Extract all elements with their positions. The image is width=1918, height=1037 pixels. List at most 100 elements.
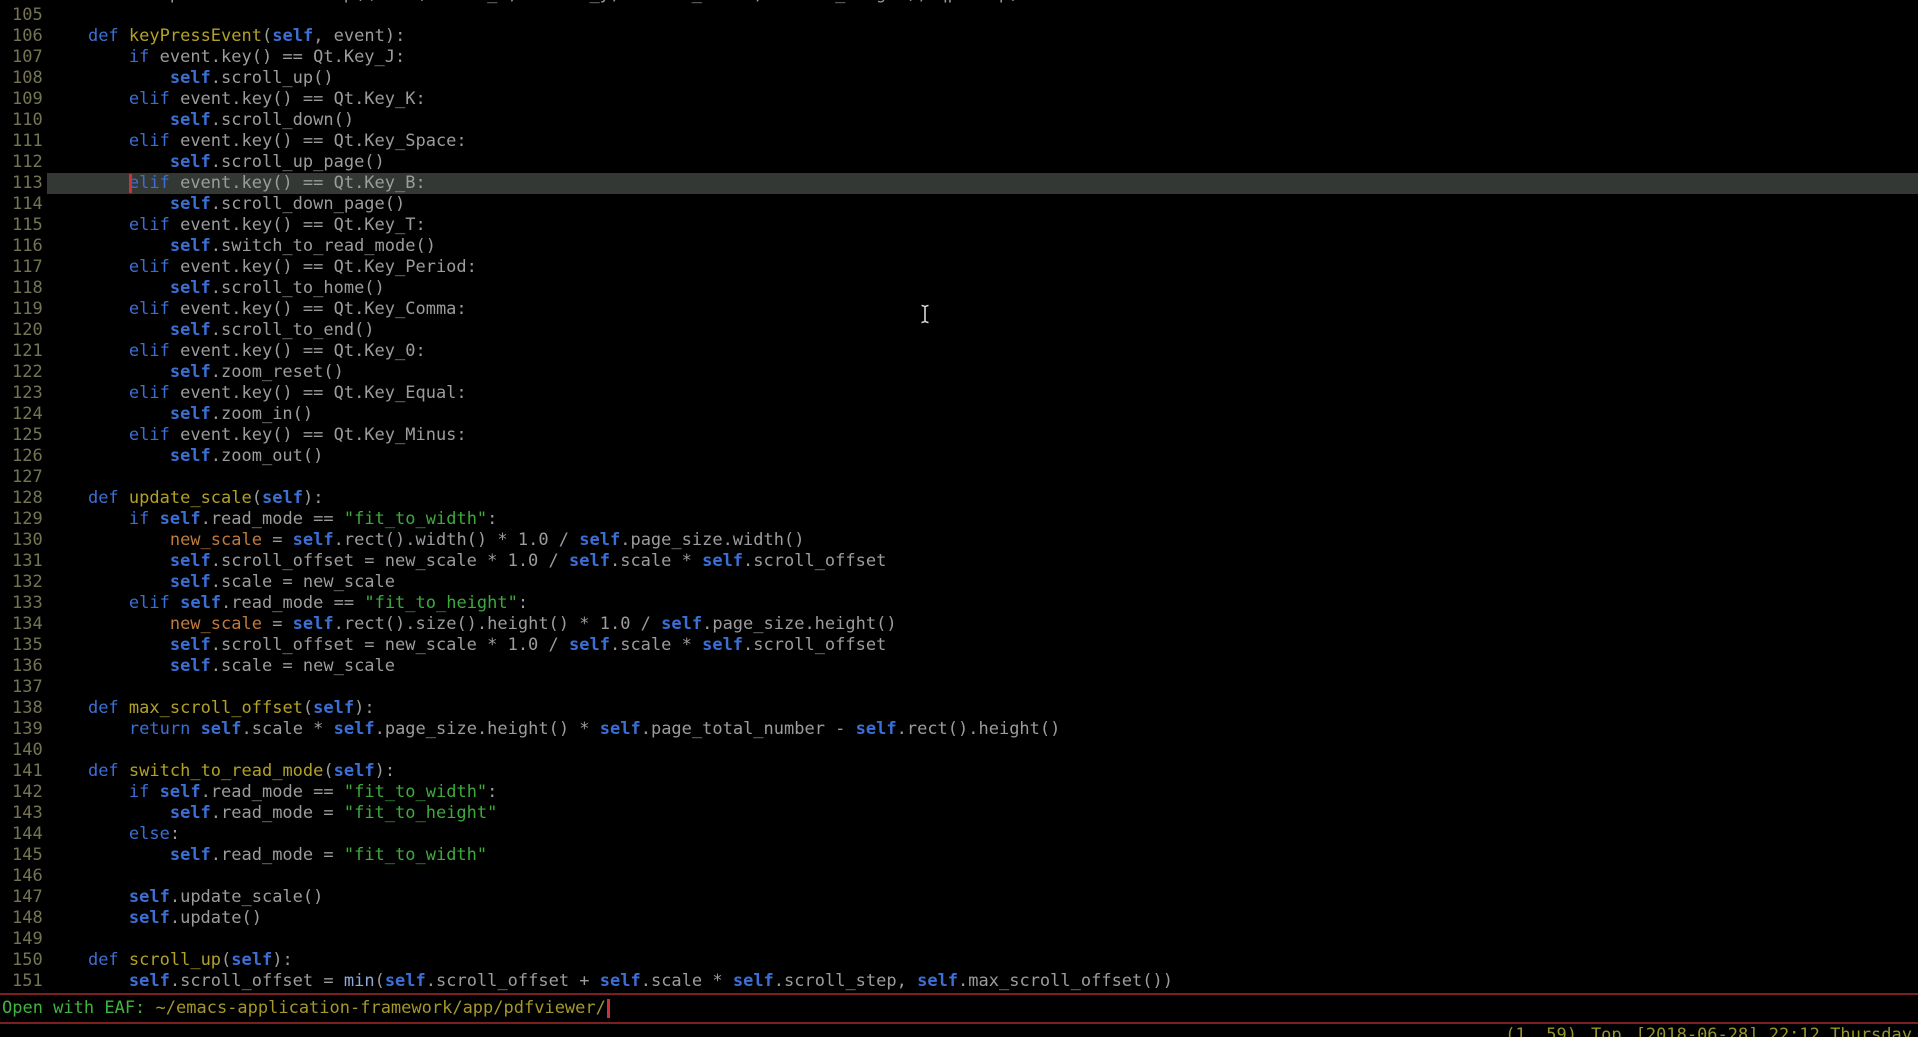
code-line-133[interactable]: 133 elif self.read_mode == "fit_to_heigh… (0, 593, 1918, 614)
text-cursor (129, 174, 132, 193)
code-line-105[interactable]: 105 (0, 5, 1918, 26)
code-text: elif event.key() == Qt.Key_Period: (47, 257, 1918, 278)
code-line-132[interactable]: 132 self.scale = new_scale (0, 572, 1918, 593)
code-line-137[interactable]: 137 (0, 677, 1918, 698)
minibuffer[interactable]: Open with EAF: ~/emacs-application-frame… (0, 995, 1918, 1022)
code-line-149[interactable]: 149 (0, 929, 1918, 950)
code-line-117[interactable]: 117 elif event.key() == Qt.Key_Period: (0, 257, 1918, 278)
code-line-110[interactable]: 110 self.scroll_down() (0, 110, 1918, 131)
line-number: 133 (0, 593, 47, 614)
code-text: self.zoom_in() (47, 404, 1918, 425)
code-line-114[interactable]: 114 self.scroll_down_page() (0, 194, 1918, 215)
line-number: 112 (0, 152, 47, 173)
emacs-frame: 104 painter.drawPixmap(QRect(render_x, r… (0, 0, 1918, 1037)
code-text: self.scale = new_scale (47, 656, 1918, 677)
code-line-108[interactable]: 108 self.scroll_up() (0, 68, 1918, 89)
echo-area-separator (0, 1022, 1918, 1024)
code-line-151[interactable]: 151 self.scroll_offset = min(self.scroll… (0, 971, 1918, 992)
line-number: 123 (0, 383, 47, 404)
code-text: self.scroll_down() (47, 110, 1918, 131)
code-text: def max_scroll_offset(self): (47, 698, 1918, 719)
line-number: 122 (0, 362, 47, 383)
code-line-140[interactable]: 140 (0, 740, 1918, 761)
line-number: 146 (0, 866, 47, 887)
code-line-134[interactable]: 134 new_scale = self.rect().size().heigh… (0, 614, 1918, 635)
code-line-138[interactable]: 138 def max_scroll_offset(self): (0, 698, 1918, 719)
line-number: 135 (0, 635, 47, 656)
code-line-111[interactable]: 111 elif event.key() == Qt.Key_Space: (0, 131, 1918, 152)
code-line-144[interactable]: 144 else: (0, 824, 1918, 845)
code-line-120[interactable]: 120 self.scroll_to_end() (0, 320, 1918, 341)
code-line-106[interactable]: 106 def keyPressEvent(self, event): (0, 26, 1918, 47)
minibuffer-prompt: Open with EAF: (2, 998, 156, 1019)
line-number: 107 (0, 47, 47, 68)
code-line-116[interactable]: 116 self.switch_to_read_mode() (0, 236, 1918, 257)
code-line-125[interactable]: 125 elif event.key() == Qt.Key_Minus: (0, 425, 1918, 446)
code-line-146[interactable]: 146 (0, 866, 1918, 887)
line-number: 150 (0, 950, 47, 971)
code-line-128[interactable]: 128 def update_scale(self): (0, 488, 1918, 509)
code-text: else: (47, 824, 1918, 845)
code-line-124[interactable]: 124 self.zoom_in() (0, 404, 1918, 425)
code-text: self.scroll_offset = new_scale * 1.0 / s… (47, 551, 1918, 572)
code-line-121[interactable]: 121 elif event.key() == Qt.Key_0: (0, 341, 1918, 362)
code-line-139[interactable]: 139 return self.scale * self.page_size.h… (0, 719, 1918, 740)
code-line-113[interactable]: 113 elif event.key() == Qt.Key_B: (0, 173, 1918, 194)
code-line-142[interactable]: 142 if self.read_mode == "fit_to_width": (0, 782, 1918, 803)
line-number: 114 (0, 194, 47, 215)
line-number: 149 (0, 929, 47, 950)
code-text: elif event.key() == Qt.Key_Minus: (47, 425, 1918, 446)
code-line-135[interactable]: 135 self.scroll_offset = new_scale * 1.0… (0, 635, 1918, 656)
code-line-112[interactable]: 112 self.scroll_up_page() (0, 152, 1918, 173)
code-line-130[interactable]: 130 new_scale = self.rect().width() * 1.… (0, 530, 1918, 551)
code-line-119[interactable]: 119 elif event.key() == Qt.Key_Comma: (0, 299, 1918, 320)
code-text: self.scroll_up() (47, 68, 1918, 89)
code-line-107[interactable]: 107 if event.key() == Qt.Key_J: (0, 47, 1918, 68)
code-line-123[interactable]: 123 elif event.key() == Qt.Key_Equal: (0, 383, 1918, 404)
code-line-141[interactable]: 141 def switch_to_read_mode(self): (0, 761, 1918, 782)
code-editor[interactable]: 104 painter.drawPixmap(QRect(render_x, r… (0, 0, 1918, 993)
code-text: self.scroll_up_page() (47, 152, 1918, 173)
minibuffer-input[interactable]: ~/emacs-application-framework/app/pdfvie… (156, 998, 606, 1019)
code-line-150[interactable]: 150 def scroll_up(self): (0, 950, 1918, 971)
code-line-131[interactable]: 131 self.scroll_offset = new_scale * 1.0… (0, 551, 1918, 572)
line-number: 129 (0, 509, 47, 530)
line-number: 121 (0, 341, 47, 362)
code-text: self.read_mode = "fit_to_height" (47, 803, 1918, 824)
line-number: 124 (0, 404, 47, 425)
code-text: def scroll_up(self): (47, 950, 1918, 971)
code-text: elif event.key() == Qt.Key_Comma: (47, 299, 1918, 320)
code-text (47, 740, 1918, 761)
code-lines: 104 painter.drawPixmap(QRect(render_x, r… (0, 0, 1918, 992)
code-line-109[interactable]: 109 elif event.key() == Qt.Key_K: (0, 89, 1918, 110)
line-number: 130 (0, 530, 47, 551)
code-text (47, 677, 1918, 698)
line-number: 111 (0, 131, 47, 152)
code-line-115[interactable]: 115 elif event.key() == Qt.Key_T: (0, 215, 1918, 236)
line-number: 145 (0, 845, 47, 866)
code-line-126[interactable]: 126 self.zoom_out() (0, 446, 1918, 467)
code-line-127[interactable]: 127 (0, 467, 1918, 488)
code-line-148[interactable]: 148 self.update() (0, 908, 1918, 929)
code-line-143[interactable]: 143 self.read_mode = "fit_to_height" (0, 803, 1918, 824)
code-line-136[interactable]: 136 self.scale = new_scale (0, 656, 1918, 677)
code-line-118[interactable]: 118 self.scroll_to_home() (0, 278, 1918, 299)
code-text: self.zoom_out() (47, 446, 1918, 467)
line-number: 113 (0, 173, 47, 194)
line-number: 120 (0, 320, 47, 341)
code-line-145[interactable]: 145 self.read_mode = "fit_to_width" (0, 845, 1918, 866)
line-number: 131 (0, 551, 47, 572)
code-line-129[interactable]: 129 if self.read_mode == "fit_to_width": (0, 509, 1918, 530)
code-line-147[interactable]: 147 self.update_scale() (0, 887, 1918, 908)
code-text: self.update_scale() (47, 887, 1918, 908)
line-number: 108 (0, 68, 47, 89)
line-number: 117 (0, 257, 47, 278)
awesome-tray: (1, 59) Top [2018-06-28] 22:12 Thursday (1505, 1025, 1912, 1037)
code-text (47, 929, 1918, 950)
code-line-122[interactable]: 122 self.zoom_reset() (0, 362, 1918, 383)
line-number: 134 (0, 614, 47, 635)
tray-datetime: [2018-06-28] 22:12 Thursday (1636, 1025, 1912, 1037)
line-number: 140 (0, 740, 47, 761)
code-text: elif event.key() == Qt.Key_B: (47, 173, 1918, 194)
code-text: self.scroll_offset = new_scale * 1.0 / s… (47, 635, 1918, 656)
